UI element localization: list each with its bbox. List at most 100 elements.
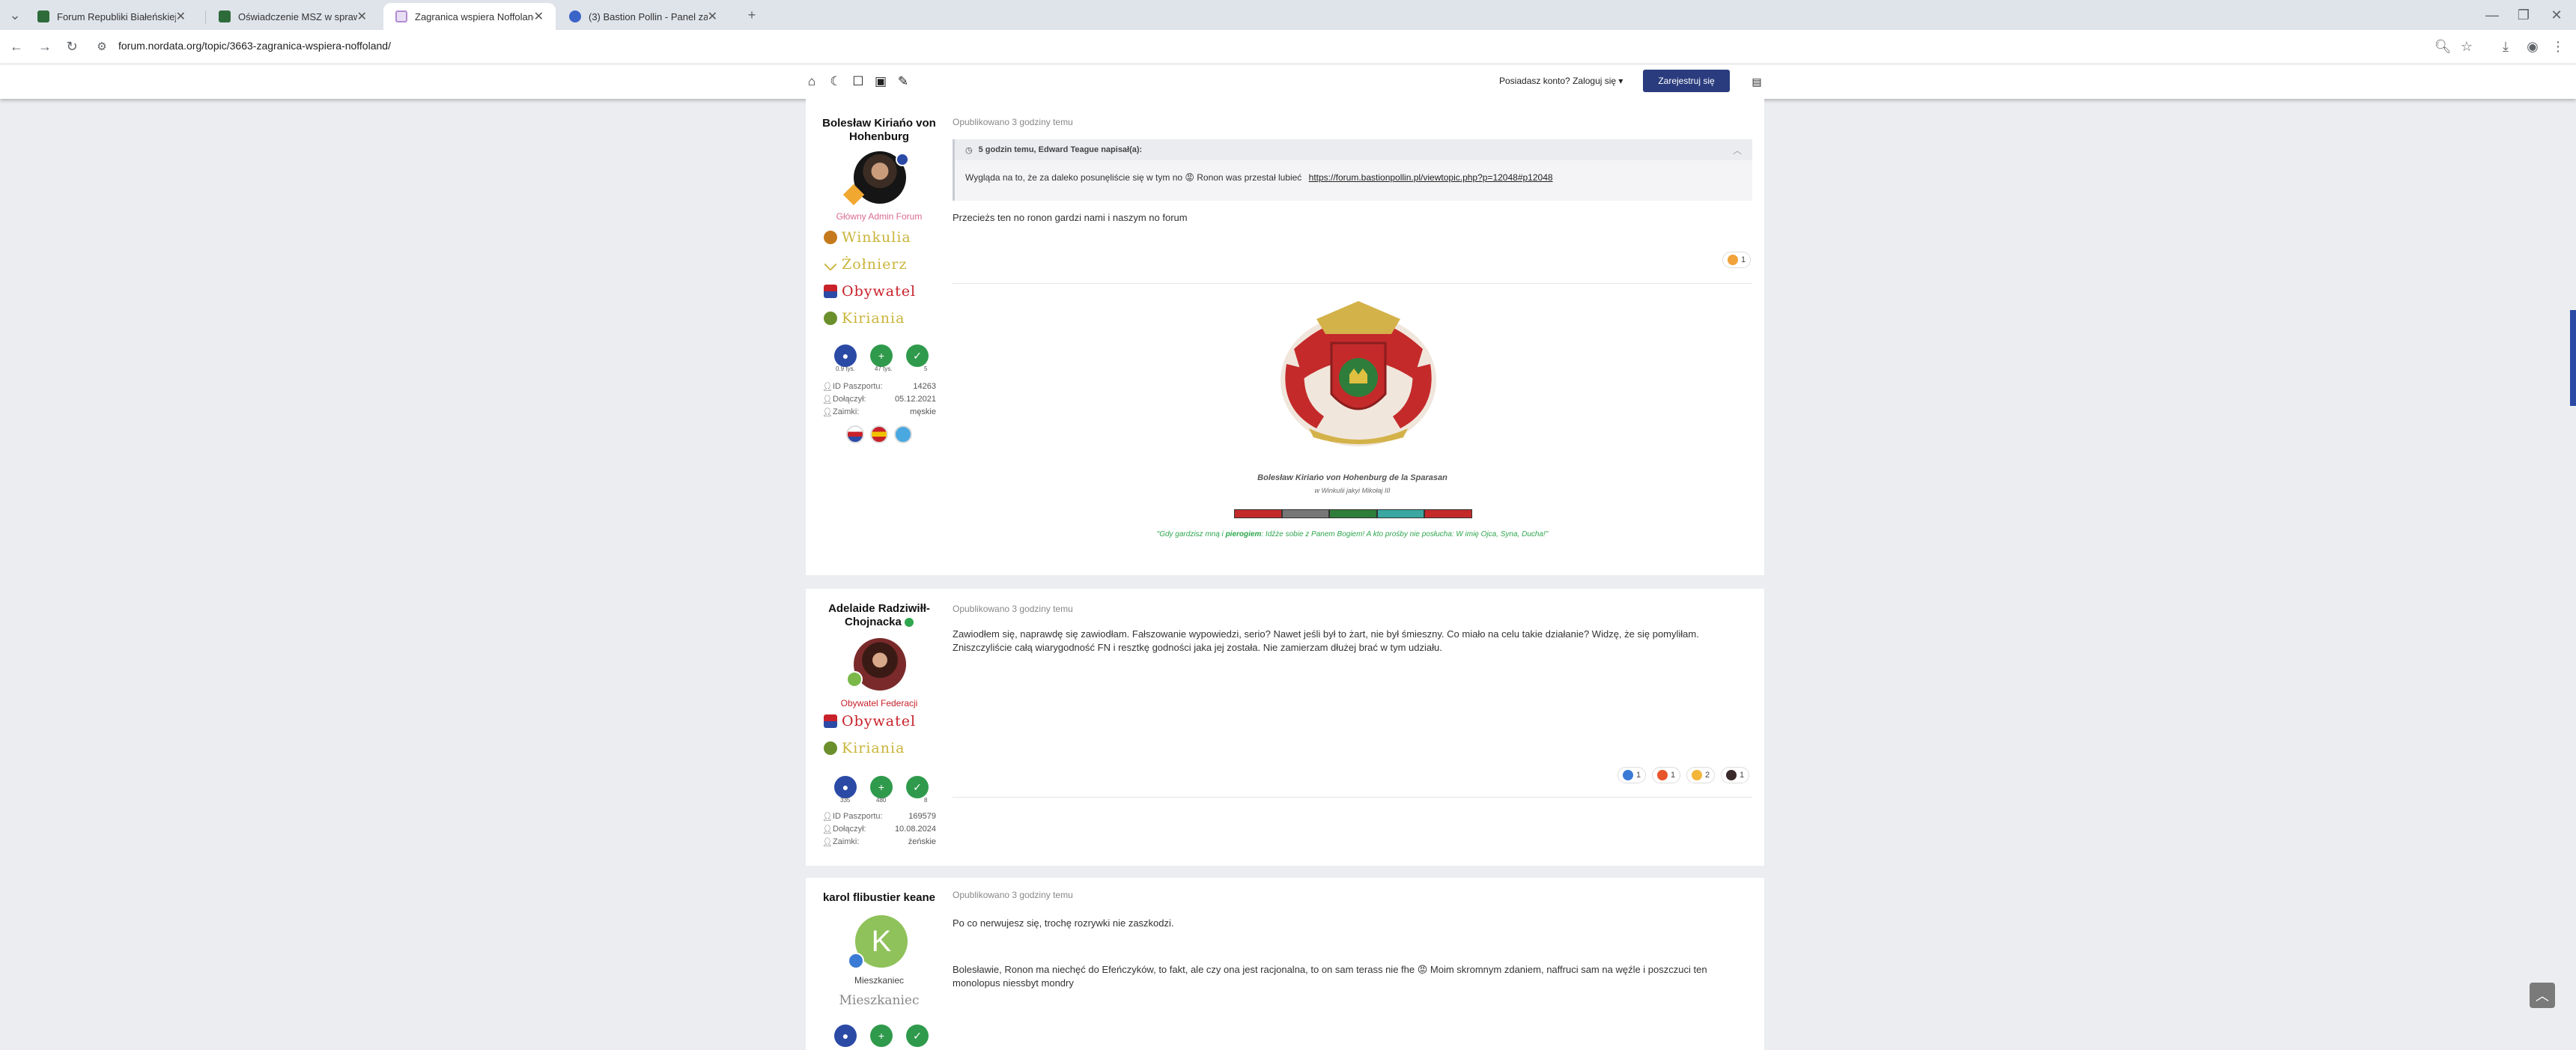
badge-flag-icon <box>870 425 888 443</box>
signature-subtitle: w Winkulii jakyi Mikołaj III <box>1314 487 1391 494</box>
tab-zagranica-active[interactable]: Zagranica wspiera Noffoland - ✕ <box>383 3 556 30</box>
menu-kebab-icon[interactable]: ⋮ <box>2549 37 2567 55</box>
banner-image <box>1281 509 1330 518</box>
url-field[interactable]: forum.nordata.org/topic/3663-zagranica-w… <box>118 40 391 52</box>
bookmark-star-icon[interactable]: ☆ <box>2458 37 2476 55</box>
address-bar-row: ← → ↻ ⚙ forum.nordata.org/topic/3663-zag… <box>0 30 2576 64</box>
reputation-icon[interactable]: + <box>870 345 893 367</box>
field-label: ID Paszportu: <box>832 812 883 821</box>
angry-emoji-icon <box>1657 770 1668 780</box>
reaction-like[interactable]: 1 <box>1617 767 1647 783</box>
close-tab-icon[interactable]: ✕ <box>708 9 717 24</box>
login-link[interactable]: Posiadasz konto? Zaloguj się ▾ <box>1499 76 1623 86</box>
post-date[interactable]: Opublikowano 3 godziny temu <box>953 117 1073 127</box>
new-tab-button[interactable]: + <box>743 6 761 24</box>
field-label: Zaimki: <box>832 407 860 416</box>
reputation-icon[interactable]: + <box>870 1025 893 1047</box>
quote-part: "Gdy gardzisz mną i <box>1156 530 1224 538</box>
field-value: 14263 <box>913 382 936 391</box>
quote-text: Wygląda na to, że za daleko posunęliście… <box>965 172 1302 183</box>
profile-icon[interactable]: ◉ <box>2524 37 2542 55</box>
group-label: Kiriania <box>842 310 905 327</box>
flag-icon <box>824 285 837 298</box>
reaction-count: 1 <box>1636 771 1641 780</box>
quote-link[interactable]: https://forum.bastionpollin.pl/viewtopic… <box>1309 172 1553 183</box>
post-date[interactable]: Opublikowano 3 godziny temu <box>953 604 1073 614</box>
author-name[interactable]: Adelaide Radziwiłł-Chojnacka <box>813 602 945 629</box>
group-zolnierz: Żołnierz <box>824 256 907 273</box>
author-name[interactable]: karol flibustier keane <box>806 891 953 905</box>
post-footer-divider <box>953 797 1752 798</box>
field-value: żeńskie <box>908 837 936 846</box>
rank-badge-icon <box>896 153 909 166</box>
minimize-icon[interactable]: — <box>2483 6 2501 24</box>
signature-quote: "Gdy gardzisz mną i pierogiem: Idźże sob… <box>953 530 1752 538</box>
posts-count-icon[interactable]: ● <box>834 776 857 798</box>
post-3: karol flibustier keane K Mieszkaniec Mie… <box>806 878 1764 1050</box>
field-value: 169579 <box>908 812 936 821</box>
tab-title: Zagranica wspiera Noffoland - <box>415 10 534 22</box>
field-passport: 👤︎ ID Paszportu: 14263 <box>822 382 936 392</box>
brush-icon[interactable]: ✎ <box>896 74 911 89</box>
image-icon[interactable]: ▣ <box>873 74 888 89</box>
reaction-angry[interactable]: 1 <box>1722 252 1752 268</box>
flag-icon <box>824 714 837 728</box>
quote-body: Wygląda na to, że za daleko posunęliście… <box>965 172 1553 183</box>
close-window-icon[interactable]: ✕ <box>2548 6 2566 24</box>
back-icon[interactable]: ← <box>7 37 25 55</box>
post-date[interactable]: Opublikowano 3 godziny temu <box>953 890 1073 900</box>
solutions-icon[interactable]: ✓ <box>906 345 929 367</box>
kiriania-crest-icon <box>824 741 837 755</box>
download-icon[interactable]: ⤓ <box>2497 37 2515 55</box>
group-kiriania: Kiriania <box>824 310 905 327</box>
signature-divider <box>953 283 1752 284</box>
person-icon: 👤︎ <box>822 395 833 404</box>
tab-oswiadczenie-msz[interactable]: Oświadczenie MSZ w sprawie b ✕ <box>207 3 379 30</box>
register-button[interactable]: Zarejestruj się <box>1643 70 1730 92</box>
post-text: Przecieżs ten no ronon gardzi nami i nas… <box>953 212 1188 223</box>
scroll-to-top-button[interactable]: ︿ <box>2530 983 2555 1008</box>
login-label: Posiadasz konto? Zaloguj się <box>1499 76 1617 86</box>
reload-icon[interactable]: ↻ <box>63 37 81 55</box>
solutions-icon[interactable]: ✓ <box>906 1025 929 1047</box>
scrollbar-thumb[interactable] <box>2570 310 2576 406</box>
close-tab-icon[interactable]: ✕ <box>357 9 367 24</box>
tab-divider <box>205 10 206 24</box>
group-label: Winkulia <box>842 229 911 246</box>
reaction-person[interactable]: 1 <box>1721 767 1750 783</box>
author-name[interactable]: Bolesław Kiriańo von Hohenburg <box>813 117 945 144</box>
quote-header-text: 5 godzin temu, Edward Teague napisał(a): <box>978 145 1143 154</box>
reaction-angry[interactable]: 1 <box>1652 767 1681 783</box>
collapse-icon[interactable]: ︿ <box>1733 144 1742 157</box>
close-tab-icon[interactable]: ✕ <box>534 9 544 24</box>
tab-bastion-pollin[interactable]: (3) Bastion Pollin - Panel zarząd ✕ <box>557 3 729 30</box>
posts-count: 0.9 tys. <box>836 365 855 372</box>
site-info-icon[interactable]: ⚙ <box>93 37 111 55</box>
reputation-icon[interactable]: + <box>870 776 893 798</box>
reputation-count: 480 <box>876 797 887 804</box>
tab-search-icon[interactable]: ⌄ <box>6 6 24 24</box>
language-icon[interactable]: ▤ <box>1749 74 1764 89</box>
post-text: Po co nerwujesz się, trochę rozrywki nie… <box>953 917 1174 929</box>
close-tab-icon[interactable]: ✕ <box>176 9 186 24</box>
forum-favicon <box>37 10 49 22</box>
posts-count-icon[interactable]: ● <box>834 1025 857 1047</box>
solutions-icon[interactable]: ✓ <box>906 776 929 798</box>
banner-image <box>1424 509 1472 518</box>
post-text: Bolesławie, Ronon ma niechęć do Efeńczyk… <box>953 964 1707 989</box>
field-pronouns: 👤︎ Zaimki: męskie <box>822 407 936 417</box>
restore-icon[interactable]: ❐ <box>2515 6 2533 24</box>
reaction-sad[interactable]: 2 <box>1686 767 1716 783</box>
posts-count-icon[interactable]: ● <box>834 345 857 367</box>
moon-icon[interactable]: ☾ <box>828 74 843 89</box>
tab-title: Oświadczenie MSZ w sprawie b <box>238 10 357 22</box>
badge-flag-icon <box>846 425 864 443</box>
tab-forum-bialenskie[interactable]: Forum Republiki Białeńskiej ✕ <box>25 3 198 30</box>
home-icon[interactable]: ⌂ <box>804 74 819 89</box>
zoom-icon[interactable]: 🔍︎ <box>2434 37 2452 55</box>
reaction-count: 2 <box>1705 771 1710 780</box>
square-icon[interactable]: ☐ <box>851 74 866 89</box>
forward-icon[interactable]: → <box>36 37 54 55</box>
quote-block: ◷ 5 godzin temu, Edward Teague napisał(a)… <box>953 139 1752 201</box>
field-value: męskie <box>910 407 936 416</box>
